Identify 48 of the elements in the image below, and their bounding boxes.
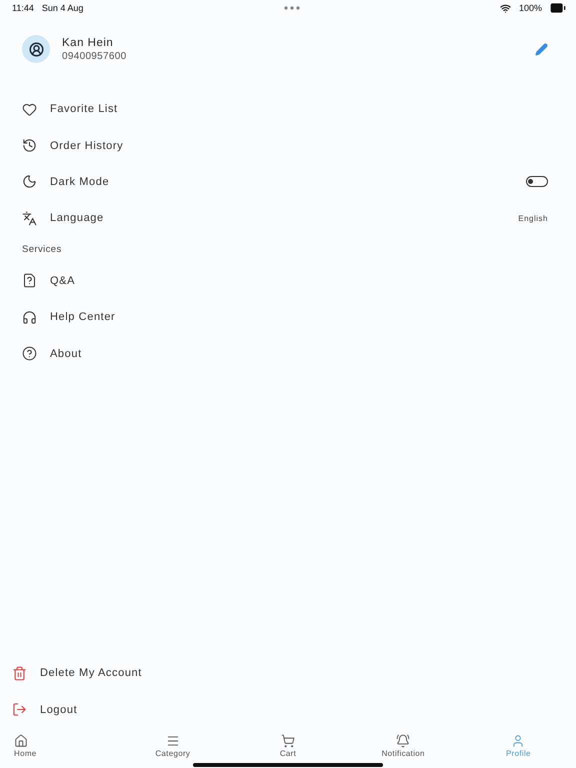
menu-item[interactable]: Dark Mode bbox=[0, 164, 576, 200]
menu-item[interactable]: Order History bbox=[0, 127, 576, 164]
profile-phone: 09400957600 bbox=[62, 50, 128, 62]
home-icon bbox=[14, 734, 28, 748]
menu-label: Language bbox=[50, 212, 105, 224]
translate-icon bbox=[22, 210, 37, 226]
dark-mode-switch[interactable] bbox=[526, 176, 548, 188]
moon-icon bbox=[22, 174, 37, 190]
section-title: Services bbox=[21, 243, 63, 258]
user-icon bbox=[511, 734, 526, 748]
menu-label: Dark Mode bbox=[50, 176, 110, 188]
battery-percent: 100% bbox=[518, 3, 542, 13]
trash-icon bbox=[12, 666, 27, 681]
logout-icon bbox=[12, 702, 27, 718]
account-action[interactable]: Delete My Account bbox=[0, 655, 576, 692]
edit-icon[interactable] bbox=[535, 42, 548, 56]
menu-label: About bbox=[50, 348, 83, 360]
headset-icon bbox=[22, 310, 37, 325]
menu-item[interactable]: Help Center bbox=[0, 298, 576, 336]
menu-label: Favorite List bbox=[50, 103, 119, 116]
history-icon bbox=[22, 138, 37, 154]
nav-tab[interactable]: Notification bbox=[346, 730, 461, 762]
menu-label: Order History bbox=[50, 140, 124, 152]
nav-tab[interactable]: Category bbox=[115, 730, 230, 762]
profile-name: Kan Hein bbox=[62, 36, 114, 48]
status-date: Sun 4 Aug bbox=[42, 3, 84, 13]
language-value: English bbox=[518, 214, 548, 223]
menu-item[interactable]: Q&A bbox=[0, 262, 576, 299]
more-dots-icon bbox=[284, 6, 300, 10]
menu-label: Q&A bbox=[50, 274, 76, 287]
help-icon bbox=[22, 346, 37, 362]
nav-tab[interactable]: Cart bbox=[230, 730, 346, 762]
nav-tab[interactable]: Home bbox=[0, 730, 116, 762]
heart-icon bbox=[22, 102, 37, 117]
wifi-icon bbox=[500, 2, 511, 14]
menu-item[interactable]: Favorite List bbox=[0, 91, 576, 128]
action-label: Delete My Account bbox=[40, 667, 143, 680]
menu-item[interactable]: About bbox=[0, 335, 576, 372]
menu-icon bbox=[166, 734, 180, 748]
person-icon bbox=[28, 42, 44, 56]
action-label: Logout bbox=[40, 704, 78, 716]
status-time: 11:44 bbox=[12, 3, 34, 13]
cart-icon bbox=[280, 734, 295, 748]
account-action[interactable]: Logout bbox=[0, 692, 576, 728]
question-document-icon bbox=[22, 273, 37, 288]
menu-item[interactable]: Language English bbox=[0, 200, 576, 237]
bell-icon bbox=[396, 734, 410, 748]
menu-label: Help Center bbox=[50, 311, 116, 324]
